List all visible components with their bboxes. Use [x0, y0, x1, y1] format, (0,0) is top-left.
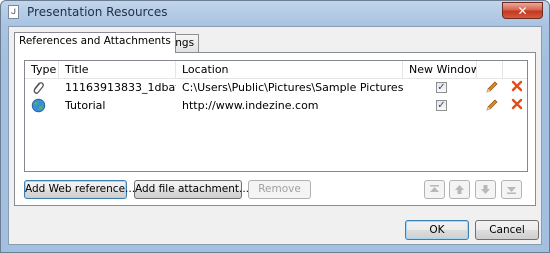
move-up-button[interactable] [449, 180, 470, 199]
close-button[interactable]: ✕ [502, 2, 543, 19]
move-top-button[interactable] [424, 180, 445, 199]
column-header-location[interactable]: Location [176, 61, 403, 78]
dialog-window: ᒍ Presentation Resources ✕ References an… [0, 0, 550, 253]
tab-panel-references: Type Title Location New Window 111639138… [14, 52, 536, 206]
add-web-reference-button[interactable]: Add Web reference... [24, 180, 135, 199]
new-window-checkbox[interactable]: ✓ [436, 82, 447, 93]
move-down-button[interactable] [475, 180, 496, 199]
edit-pencil-icon[interactable] [485, 98, 499, 115]
row-title: 11163913833_1dbaf28... [65, 81, 176, 94]
window-title: Presentation Resources [27, 5, 168, 19]
new-window-checkbox[interactable]: ✓ [436, 100, 447, 111]
column-header-type[interactable]: Type [25, 61, 59, 78]
column-header-delete [503, 61, 527, 78]
list-item[interactable]: 11163913833_1dbaf28... C:\Users\Public\P… [25, 79, 527, 97]
remove-button[interactable]: Remove [248, 180, 311, 199]
ok-button[interactable]: OK [405, 220, 469, 240]
move-up-icon [455, 185, 464, 194]
delete-x-icon[interactable] [511, 80, 523, 95]
title-bar[interactable]: ᒍ Presentation Resources ✕ [1, 1, 549, 25]
resources-list[interactable]: Type Title Location New Window 111639138… [24, 60, 528, 172]
app-icon[interactable]: ᒍ [8, 5, 19, 19]
row-location: http://www.indezine.com [182, 99, 319, 112]
move-top-icon [430, 185, 439, 192]
edit-pencil-icon[interactable] [485, 80, 499, 97]
delete-x-icon[interactable] [511, 98, 523, 113]
add-file-attachment-button[interactable]: Add file attachment... [134, 180, 249, 199]
column-header-edit [477, 61, 503, 78]
move-bottom-button[interactable] [501, 180, 522, 199]
column-header-title[interactable]: Title [59, 61, 176, 78]
column-header-new-window[interactable]: New Window [403, 61, 477, 78]
list-header: Type Title Location New Window [25, 61, 527, 79]
globe-icon [31, 98, 46, 116]
row-title: Tutorial [65, 99, 106, 112]
dialog-client-area: References and Attachments Settings Type… [8, 26, 542, 245]
row-location: C:\Users\Public\Pictures\Sample Pictures… [182, 81, 403, 94]
tab-references-and-attachments[interactable]: References and Attachments [14, 32, 176, 53]
move-down-icon [481, 185, 490, 194]
move-bottom-icon [507, 187, 516, 194]
cancel-button[interactable]: Cancel [475, 220, 539, 240]
list-item[interactable]: Tutorial http://www.indezine.com ✓ [25, 97, 527, 115]
